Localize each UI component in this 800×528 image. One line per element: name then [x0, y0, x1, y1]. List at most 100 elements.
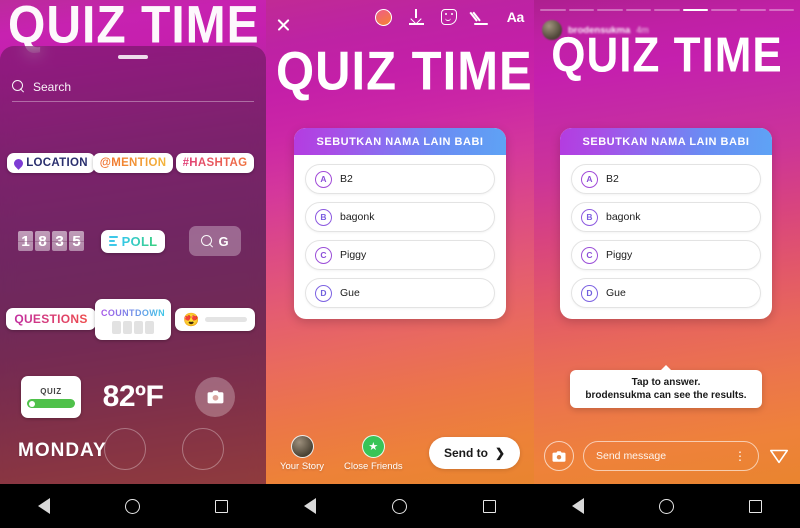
text-aa-icon[interactable]: Aa: [507, 9, 525, 25]
option-letter-a: A: [315, 170, 332, 188]
option-letter-b: B: [315, 208, 332, 226]
quiz-options-list: A B2 B bagonk C Piggy D Gue: [294, 155, 506, 319]
sticker-placeholder-circle[interactable]: [182, 428, 224, 470]
quiz-option-b[interactable]: B bagonk: [571, 202, 761, 232]
sticker-camera-roll[interactable]: [178, 377, 252, 417]
progress-segment[interactable]: [597, 9, 623, 11]
sticker-weekday[interactable]: MONDAY: [18, 440, 107, 462]
quiz-sticker-card[interactable]: SEBUTKAN NAMA LAIN BABI A B2 B bagonk C …: [560, 128, 772, 319]
back-triangle-icon[interactable]: [571, 498, 584, 514]
sticker-time[interactable]: 1 8 3 5: [14, 231, 88, 251]
three-panel-screenshot: QUIZ TIME Search LOCATION @MENTION #HASH…: [0, 0, 800, 528]
recents-square-icon[interactable]: [215, 499, 229, 513]
tooltip-line-2: brodensukma can see the results.: [585, 390, 747, 401]
sticker-mention-label: @MENTION: [99, 157, 167, 169]
option-text-a: B2: [606, 173, 619, 185]
quiz-option-c[interactable]: C Piggy: [305, 240, 495, 270]
sticker-quiz[interactable]: QUIZ: [14, 376, 88, 418]
camera-icon: [207, 390, 223, 404]
sticker-poll[interactable]: POLL: [96, 229, 170, 253]
progress-segment[interactable]: [654, 9, 680, 11]
share-close-friends[interactable]: ★ Close Friends: [344, 434, 403, 472]
sticker-countdown[interactable]: COUNTDOWN: [94, 298, 172, 340]
progress-segment[interactable]: [568, 9, 595, 11]
recents-square-icon[interactable]: [749, 499, 763, 513]
message-input[interactable]: Send message ⋮: [583, 441, 759, 471]
back-triangle-icon[interactable]: [37, 498, 50, 514]
story-title-text: QUIZ TIME: [551, 28, 783, 83]
tray-grab-handle[interactable]: [118, 55, 148, 59]
chevron-right-icon: ❯: [494, 446, 505, 460]
avatar: [290, 434, 314, 458]
sticker-tray-sheet: Search LOCATION @MENTION #HASHTAG 1 8 3 …: [0, 46, 266, 528]
progress-segment[interactable]: [711, 9, 737, 11]
progress-segment[interactable]: [625, 9, 652, 11]
sticker-grid: LOCATION @MENTION #HASHTAG 1 8 3 5 POLL …: [0, 124, 266, 436]
sticker-face-icon[interactable]: [440, 9, 457, 25]
story-title-text[interactable]: QUIZ TIME: [276, 40, 532, 103]
progress-segment[interactable]: [540, 9, 566, 11]
editor-toolbar: Aa: [266, 0, 534, 34]
quiz-option-d[interactable]: D Gue: [305, 278, 495, 308]
camera-icon: [552, 450, 566, 462]
home-circle-icon[interactable]: [658, 498, 674, 514]
progress-segment-active[interactable]: [682, 9, 709, 11]
sticker-location-label: LOCATION: [26, 157, 88, 169]
color-circle-icon[interactable]: [374, 8, 392, 26]
quiz-option-a[interactable]: A B2: [571, 164, 761, 194]
sticker-quiz-label: QUIZ: [40, 387, 62, 396]
send-to-button[interactable]: Send to ❯: [428, 437, 520, 469]
panel-story-editor: Aa QUIZ TIME SEBUTKAN NAMA LAIN BABI A B…: [266, 0, 534, 528]
quiz-question-text: SEBUTKAN NAMA LAIN BABI: [560, 128, 772, 155]
quiz-sticker-card[interactable]: SEBUTKAN NAMA LAIN BABI A B2 B bagonk C …: [294, 128, 506, 319]
option-letter-b: B: [581, 208, 598, 226]
sticker-emoji-slider[interactable]: 😍: [175, 307, 255, 331]
story-progress-bar: [540, 9, 795, 11]
message-placeholder: Send message: [596, 450, 667, 462]
sticker-gif[interactable]: G: [178, 226, 252, 256]
download-icon[interactable]: [408, 9, 424, 25]
android-navbar: [266, 484, 534, 528]
option-text-a: B2: [340, 173, 353, 185]
sticker-hashtag-label: #HASHTAG: [182, 157, 248, 169]
option-text-d: Gue: [606, 287, 626, 299]
home-circle-icon[interactable]: [124, 498, 140, 514]
search-input[interactable]: Search: [12, 72, 254, 102]
back-triangle-icon[interactable]: [304, 498, 316, 514]
sticker-mention[interactable]: @MENTION: [92, 153, 174, 173]
sticker-placeholder-circle[interactable]: [104, 428, 146, 470]
share-your-story[interactable]: Your Story: [280, 434, 324, 472]
sticker-poll-label: POLL: [121, 233, 158, 249]
progress-segment[interactable]: [739, 9, 766, 11]
quiz-option-c[interactable]: C Piggy: [571, 240, 761, 270]
tooltip-arrow-icon: [661, 365, 671, 370]
time-digit: 1: [18, 231, 33, 251]
quiz-option-d[interactable]: D Gue: [571, 278, 761, 308]
sticker-location[interactable]: LOCATION: [7, 153, 95, 173]
sticker-hashtag[interactable]: #HASHTAG: [175, 153, 255, 173]
home-circle-icon[interactable]: [392, 498, 407, 514]
direct-send-icon[interactable]: [768, 445, 790, 467]
heart-eyes-emoji-icon: 😍: [183, 311, 200, 327]
quiz-option-b[interactable]: B bagonk: [305, 202, 495, 232]
option-letter-d: D: [315, 284, 332, 302]
option-text-c: Piggy: [340, 249, 367, 261]
location-pin-icon: [12, 156, 26, 170]
close-friends-label: Close Friends: [344, 460, 403, 472]
sticker-row-2: 1 8 3 5 POLL G: [14, 202, 252, 280]
recents-square-icon[interactable]: [483, 499, 496, 513]
sticker-temperature[interactable]: 82ºF: [96, 380, 170, 414]
more-vertical-icon[interactable]: ⋮: [734, 450, 746, 463]
pen-icon[interactable]: [469, 9, 490, 25]
search-icon: [12, 80, 25, 93]
sticker-questions[interactable]: QUESTIONS: [6, 308, 96, 330]
camera-button[interactable]: [544, 441, 574, 471]
editor-footer: Your Story ★ Close Friends Send to ❯: [266, 422, 534, 484]
quiz-option-a[interactable]: A B2: [305, 164, 495, 194]
option-text-d: Gue: [340, 287, 360, 299]
option-letter-a: A: [581, 170, 598, 188]
option-letter-c: C: [581, 246, 598, 264]
panel-sticker-tray: QUIZ TIME Search LOCATION @MENTION #HASH…: [0, 0, 266, 528]
countdown-digit-boxes: [101, 320, 165, 334]
progress-segment[interactable]: [768, 9, 795, 11]
